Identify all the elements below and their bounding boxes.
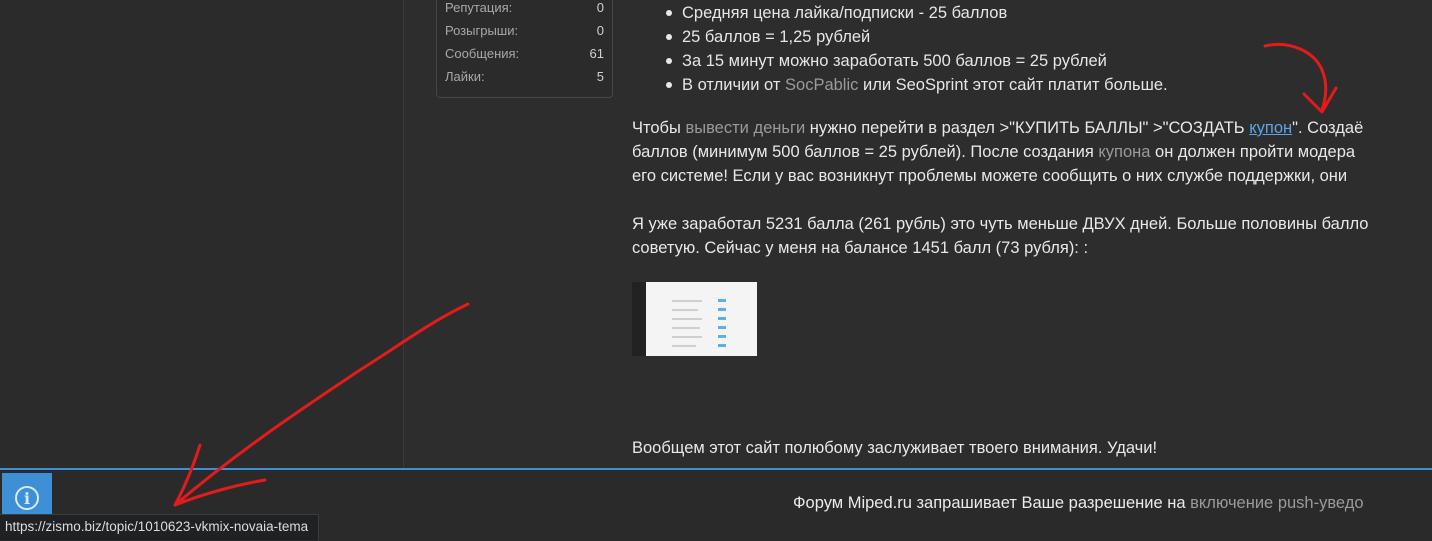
socpablic-link[interactable]: SocPablic <box>785 76 858 94</box>
stat-value: 0 <box>596 23 604 38</box>
stat-value: 61 <box>589 46 604 61</box>
thumb-button <box>718 326 726 329</box>
thumb-line <box>672 318 702 320</box>
list-item: В отличии от SocPablic или SeoSprint это… <box>666 73 1168 97</box>
thumb-button <box>718 335 726 338</box>
stat-label: Розыгрыши: <box>445 23 519 38</box>
thumb-button <box>718 308 726 311</box>
text-fragment: или SeoSprint этот сайт платит больше. <box>858 76 1168 94</box>
thumb-button <box>718 317 726 320</box>
thumb-button <box>718 299 726 302</box>
text-fragment: нужно перейти в раздел >"КУПИТЬ БАЛЛЫ" >… <box>805 119 1250 137</box>
text-fragment: В отличии от <box>682 76 786 94</box>
thumb-button <box>718 344 726 347</box>
coupon-link[interactable]: купон <box>1249 119 1292 137</box>
push-permission-text: Форум Miped.ru запрашивает Ваше разрешен… <box>793 494 1364 513</box>
stat-label: Лайки: <box>445 69 485 84</box>
list-item: 25 баллов = 1,25 рублей <box>666 25 1168 49</box>
stat-label: Репутация: <box>445 0 513 15</box>
thumb-line <box>672 345 696 347</box>
text-fragment: ". Создаё <box>1292 119 1364 137</box>
thumb-line <box>672 327 700 329</box>
text-fragment: Чтобы <box>632 119 686 137</box>
post-paragraph-line: Я уже заработал 5231 балла (261 рубль) э… <box>632 215 1369 233</box>
post-paragraph-line: баллов (минимум 500 баллов = 25 рублей).… <box>632 140 1355 164</box>
coupon-link-2[interactable]: купона <box>1098 143 1150 161</box>
user-stats-panel: Репутация: 0 Розыгрыши: 0 Сообщения: 61 … <box>436 0 613 98</box>
screenshot-thumbnail[interactable] <box>632 282 757 356</box>
thumb-line <box>672 300 702 302</box>
thumb-line <box>672 336 702 338</box>
post-paragraph-line: Чтобы вывести деньги нужно перейти в раз… <box>632 116 1363 140</box>
post-paragraph-line: его системе! Если у вас возникнут пробле… <box>632 167 1348 185</box>
stat-likes: Лайки: 5 <box>445 69 604 89</box>
post-paragraph-line: советую. Сейчас у меня на балансе 1451 б… <box>632 239 1089 257</box>
text-fragment: Форум Miped.ru запрашивает Ваше разрешен… <box>793 494 1191 512</box>
stat-value: 5 <box>596 69 604 84</box>
list-item: За 15 минут можно заработать 500 баллов … <box>666 49 1168 73</box>
left-gutter <box>0 0 404 468</box>
thumb-line <box>672 309 698 311</box>
thumb-sidebar <box>632 282 646 356</box>
text-fragment: баллов (минимум 500 баллов = 25 рублей).… <box>632 143 1099 161</box>
stat-reputation: Репутация: 0 <box>445 0 604 20</box>
list-item: Средняя цена лайка/подписки - 25 баллов <box>666 1 1168 25</box>
post-bullet-list: Средняя цена лайка/подписки - 25 баллов … <box>632 1 1168 97</box>
stat-messages: Сообщения: 61 <box>445 46 604 66</box>
withdraw-money-link[interactable]: вывести деньги <box>685 119 805 137</box>
status-bar-url: https://zismo.biz/topic/1010623-vkmix-no… <box>0 514 320 540</box>
info-icon: i <box>15 486 39 510</box>
push-enable-link[interactable]: включение push-уведо <box>1190 494 1363 512</box>
stat-value: 0 <box>596 0 604 15</box>
text-fragment: он должен пройти модера <box>1150 143 1356 161</box>
stat-giveaways: Розыгрыши: 0 <box>445 23 604 43</box>
stat-label: Сообщения: <box>445 46 520 61</box>
post-closing-line: Вообщем этот сайт полюбому заслуживает т… <box>632 439 1158 457</box>
